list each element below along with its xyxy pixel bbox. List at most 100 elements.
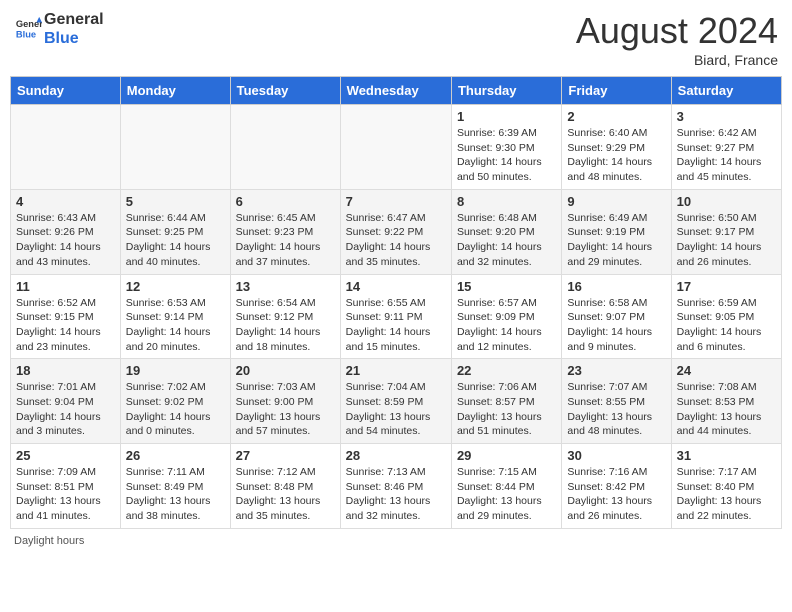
day-number: 30 xyxy=(567,448,665,463)
calendar-cell: 18 Sunrise: 7:01 AMSunset: 9:04 PMDayligh… xyxy=(11,359,121,444)
day-info: Sunrise: 6:48 AMSunset: 9:20 PMDaylight:… xyxy=(457,211,556,270)
calendar-cell: 10Sunrise: 6:50 AMSunset: 9:17 PMDayligh… xyxy=(671,189,781,274)
calendar-cell: 30 Sunrise: 7:16 AMSunset: 8:42 PMDayligh… xyxy=(562,444,671,529)
day-info: Sunrise: 7:07 AMSunset: 8:55 PMDaylight:… xyxy=(567,380,665,439)
day-number: 20 xyxy=(236,363,335,378)
calendar-cell: 7Sunrise: 6:47 AMSunset: 9:22 PMDaylight… xyxy=(340,189,451,274)
day-number: 12 xyxy=(126,279,225,294)
calendar-week-1: 1 Sunrise: 6:39 AMSunset: 9:30 PMDaylight… xyxy=(11,105,782,190)
header-monday: Monday xyxy=(120,77,230,105)
calendar-cell xyxy=(340,105,451,190)
calendar-cell: 21 Sunrise: 7:04 AMSunset: 8:59 PMDayligh… xyxy=(340,359,451,444)
title-block: August 2024 Biard, France xyxy=(576,10,778,68)
header-saturday: Saturday xyxy=(671,77,781,105)
calendar-cell: 5 Sunrise: 6:44 AMSunset: 9:25 PMDaylight… xyxy=(120,189,230,274)
calendar-cell: 16 Sunrise: 6:58 AMSunset: 9:07 PMDayligh… xyxy=(562,274,671,359)
header-thursday: Thursday xyxy=(451,77,561,105)
month-year: August 2024 xyxy=(576,10,778,52)
day-number: 13 xyxy=(236,279,335,294)
day-number: 21 xyxy=(346,363,446,378)
day-info: Sunrise: 6:50 AMSunset: 9:17 PMDaylight:… xyxy=(677,211,776,270)
calendar-cell: 29Sunrise: 7:15 AMSunset: 8:44 PMDayligh… xyxy=(451,444,561,529)
logo-blue: Blue xyxy=(44,29,104,48)
day-number: 27 xyxy=(236,448,335,463)
day-info: Sunrise: 6:45 AMSunset: 9:23 PMDaylight:… xyxy=(236,211,335,270)
day-number: 17 xyxy=(677,279,776,294)
page-header: General Blue General Blue August 2024 Bi… xyxy=(10,10,782,68)
day-number: 2 xyxy=(567,109,665,124)
day-info: Sunrise: 6:54 AMSunset: 9:12 PMDaylight:… xyxy=(236,296,335,355)
calendar-cell: 28 Sunrise: 7:13 AMSunset: 8:46 PMDayligh… xyxy=(340,444,451,529)
calendar-week-5: 25 Sunrise: 7:09 AMSunset: 8:51 PMDayligh… xyxy=(11,444,782,529)
calendar-cell: 17 Sunrise: 6:59 AMSunset: 9:05 PMDayligh… xyxy=(671,274,781,359)
day-info: Sunrise: 6:59 AMSunset: 9:05 PMDaylight:… xyxy=(677,296,776,355)
calendar-cell: 27 Sunrise: 7:12 AMSunset: 8:48 PMDayligh… xyxy=(230,444,340,529)
day-info: Sunrise: 6:43 AMSunset: 9:26 PMDaylight:… xyxy=(16,211,115,270)
day-info: Sunrise: 6:47 AMSunset: 9:22 PMDaylight:… xyxy=(346,211,446,270)
day-info: Sunrise: 7:08 AMSunset: 8:53 PMDaylight:… xyxy=(677,380,776,439)
day-number: 5 xyxy=(126,194,225,209)
day-number: 9 xyxy=(567,194,665,209)
calendar-cell: 4 Sunrise: 6:43 AMSunset: 9:26 PMDaylight… xyxy=(11,189,121,274)
header-sunday: Sunday xyxy=(11,77,121,105)
calendar-cell: 14Sunrise: 6:55 AMSunset: 9:11 PMDayligh… xyxy=(340,274,451,359)
day-number: 4 xyxy=(16,194,115,209)
day-info: Sunrise: 7:03 AMSunset: 9:00 PMDaylight:… xyxy=(236,380,335,439)
day-info: Sunrise: 7:06 AMSunset: 8:57 PMDaylight:… xyxy=(457,380,556,439)
logo-general: General xyxy=(44,10,104,29)
day-number: 11 xyxy=(16,279,115,294)
day-info: Sunrise: 7:02 AMSunset: 9:02 PMDaylight:… xyxy=(126,380,225,439)
day-number: 6 xyxy=(236,194,335,209)
day-number: 25 xyxy=(16,448,115,463)
day-number: 22 xyxy=(457,363,556,378)
calendar-week-4: 18 Sunrise: 7:01 AMSunset: 9:04 PMDayligh… xyxy=(11,359,782,444)
day-info: Sunrise: 6:44 AMSunset: 9:25 PMDaylight:… xyxy=(126,211,225,270)
day-info: Sunrise: 6:53 AMSunset: 9:14 PMDaylight:… xyxy=(126,296,225,355)
day-number: 16 xyxy=(567,279,665,294)
calendar-cell: 20 Sunrise: 7:03 AMSunset: 9:00 PMDayligh… xyxy=(230,359,340,444)
day-info: Sunrise: 7:12 AMSunset: 8:48 PMDaylight:… xyxy=(236,465,335,524)
day-info: Sunrise: 7:01 AMSunset: 9:04 PMDaylight:… xyxy=(16,380,115,439)
day-info: Sunrise: 6:52 AMSunset: 9:15 PMDaylight:… xyxy=(16,296,115,355)
day-info: Sunrise: 6:55 AMSunset: 9:11 PMDaylight:… xyxy=(346,296,446,355)
day-number: 8 xyxy=(457,194,556,209)
header-wednesday: Wednesday xyxy=(340,77,451,105)
day-info: Sunrise: 6:49 AMSunset: 9:19 PMDaylight:… xyxy=(567,211,665,270)
calendar-cell xyxy=(120,105,230,190)
day-info: Sunrise: 7:16 AMSunset: 8:42 PMDaylight:… xyxy=(567,465,665,524)
calendar-cell: 15Sunrise: 6:57 AMSunset: 9:09 PMDayligh… xyxy=(451,274,561,359)
day-number: 3 xyxy=(677,109,776,124)
day-info: Sunrise: 7:04 AMSunset: 8:59 PMDaylight:… xyxy=(346,380,446,439)
calendar-cell: 19 Sunrise: 7:02 AMSunset: 9:02 PMDayligh… xyxy=(120,359,230,444)
calendar-cell: 24 Sunrise: 7:08 AMSunset: 8:53 PMDayligh… xyxy=(671,359,781,444)
calendar-cell: 8 Sunrise: 6:48 AMSunset: 9:20 PMDaylight… xyxy=(451,189,561,274)
footer: Daylight hours xyxy=(10,535,782,547)
day-info: Sunrise: 6:40 AMSunset: 9:29 PMDaylight:… xyxy=(567,126,665,185)
day-number: 24 xyxy=(677,363,776,378)
calendar-cell: 13 Sunrise: 6:54 AMSunset: 9:12 PMDayligh… xyxy=(230,274,340,359)
day-number: 26 xyxy=(126,448,225,463)
calendar-table: SundayMondayTuesdayWednesdayThursdayFrid… xyxy=(10,76,782,529)
day-number: 28 xyxy=(346,448,446,463)
footer-text: Daylight hours xyxy=(14,535,84,547)
day-number: 31 xyxy=(677,448,776,463)
day-number: 18 xyxy=(16,363,115,378)
day-number: 29 xyxy=(457,448,556,463)
day-info: Sunrise: 6:39 AMSunset: 9:30 PMDaylight:… xyxy=(457,126,556,185)
calendar-cell: 1 Sunrise: 6:39 AMSunset: 9:30 PMDaylight… xyxy=(451,105,561,190)
day-info: Sunrise: 7:13 AMSunset: 8:46 PMDaylight:… xyxy=(346,465,446,524)
day-number: 19 xyxy=(126,363,225,378)
header-friday: Friday xyxy=(562,77,671,105)
day-info: Sunrise: 6:58 AMSunset: 9:07 PMDaylight:… xyxy=(567,296,665,355)
day-info: Sunrise: 6:57 AMSunset: 9:09 PMDaylight:… xyxy=(457,296,556,355)
calendar-cell: 31 Sunrise: 7:17 AMSunset: 8:40 PMDayligh… xyxy=(671,444,781,529)
header-tuesday: Tuesday xyxy=(230,77,340,105)
calendar-cell: 2 Sunrise: 6:40 AMSunset: 9:29 PMDaylight… xyxy=(562,105,671,190)
day-info: Sunrise: 7:17 AMSunset: 8:40 PMDaylight:… xyxy=(677,465,776,524)
day-info: Sunrise: 6:42 AMSunset: 9:27 PMDaylight:… xyxy=(677,126,776,185)
day-info: Sunrise: 7:09 AMSunset: 8:51 PMDaylight:… xyxy=(16,465,115,524)
day-number: 1 xyxy=(457,109,556,124)
day-number: 23 xyxy=(567,363,665,378)
calendar-week-2: 4 Sunrise: 6:43 AMSunset: 9:26 PMDaylight… xyxy=(11,189,782,274)
calendar-cell: 3 Sunrise: 6:42 AMSunset: 9:27 PMDaylight… xyxy=(671,105,781,190)
